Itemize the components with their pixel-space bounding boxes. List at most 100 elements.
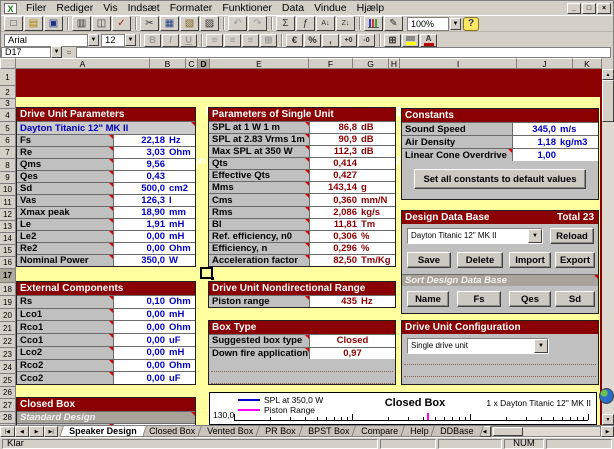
cell-value[interactable]: 0,00Ohm (113, 321, 195, 333)
copy-icon[interactable]: ▦ (160, 16, 179, 31)
menu-vis[interactable]: Vis (98, 2, 122, 15)
menu-data[interactable]: Data (277, 2, 309, 15)
cell-value[interactable]: 9,56 (113, 159, 195, 170)
row-header-12[interactable]: 12 (0, 209, 16, 221)
row-header-13[interactable]: 13 (0, 221, 16, 233)
previous-sheet-icon[interactable]: ◀ (15, 426, 30, 437)
decrease-decimal-icon[interactable]: -0 (358, 34, 375, 47)
next-sheet-icon[interactable]: ▶ (29, 426, 44, 437)
merge-center-icon[interactable]: ⊞ (260, 34, 277, 47)
currency-icon[interactable]: € (286, 34, 303, 47)
row-header-27[interactable]: 27 (0, 399, 16, 412)
cell-value[interactable]: 3,03Ohm (113, 147, 195, 158)
minimize-button[interactable]: _ (567, 3, 581, 14)
dropdown-arrow-icon[interactable]: ▼ (528, 229, 542, 243)
cell-value[interactable]: 500,0cm2 (113, 183, 195, 194)
column-header-C[interactable]: C (186, 58, 198, 69)
zoom-dropdown-arrow-icon[interactable]: ▼ (450, 18, 461, 30)
row-header-26[interactable]: 26 (0, 387, 16, 399)
row-header-23[interactable]: 23 (0, 348, 16, 361)
cell-value[interactable]: 0,00Ohm (113, 360, 195, 372)
fill-color-icon[interactable] (402, 34, 419, 47)
print-preview-icon[interactable]: ◫ (92, 16, 111, 31)
row-header-9[interactable]: 9 (0, 172, 16, 184)
row-header-18[interactable]: 18 (0, 283, 16, 296)
scroll-up-icon[interactable]: ▲ (602, 69, 614, 80)
column-header-J[interactable]: J (517, 58, 573, 69)
vertical-scrollbar[interactable]: ▲ ▼ (602, 69, 614, 425)
font-dropdown-arrow-icon[interactable]: ▼ (88, 34, 99, 46)
align-left-icon[interactable]: ≡ (206, 34, 223, 47)
cell-value[interactable]: 0,00Ohm (113, 243, 195, 254)
menu-rediger[interactable]: Rediger (51, 2, 98, 15)
selected-cell-d17[interactable] (200, 267, 213, 279)
format-painter-icon[interactable]: ▨ (200, 16, 219, 31)
row-header-11[interactable]: 11 (0, 196, 16, 209)
align-right-icon[interactable]: ≡ (242, 34, 259, 47)
tab-vented-box[interactable]: Vented Box (197, 426, 263, 437)
print-icon[interactable]: ▥ (72, 16, 91, 31)
row-header-8[interactable]: 8 (0, 159, 16, 172)
cell-value[interactable]: 1,18kg/m3 (512, 136, 598, 148)
export-button[interactable]: Export (555, 252, 595, 268)
zoom-level-select[interactable]: 100% (407, 17, 449, 31)
cell-value[interactable]: 2,086kg/s (309, 207, 395, 218)
cell-value[interactable]: 1,91mH (113, 219, 195, 230)
row-header-16[interactable]: 16 (0, 257, 16, 269)
delete-button[interactable]: Delete (457, 252, 503, 268)
column-header-I[interactable]: I (400, 58, 517, 69)
menu-formater[interactable]: Formater (165, 2, 218, 15)
redo-icon[interactable]: ↷ (248, 16, 267, 31)
cut-icon[interactable]: ✂ (140, 16, 159, 31)
column-header-A[interactable]: A (16, 58, 150, 69)
close-button[interactable]: × (597, 3, 611, 14)
row-header-21[interactable]: 21 (0, 322, 16, 335)
row-header-20[interactable]: 20 (0, 309, 16, 322)
menu-funktioner[interactable]: Funktioner (217, 2, 277, 15)
bold-icon[interactable]: B (144, 34, 161, 47)
column-header-B[interactable]: B (150, 58, 186, 69)
row-header-2[interactable]: 2 (0, 86, 16, 99)
horizontal-scroll-thumb[interactable] (493, 427, 523, 436)
drawing-icon[interactable]: ✎ (384, 16, 403, 31)
row-header-15[interactable]: 15 (0, 245, 16, 257)
row-header-25[interactable]: 25 (0, 374, 16, 387)
new-icon[interactable]: □ (4, 16, 23, 31)
column-header-D[interactable]: D (198, 58, 210, 69)
cell-value[interactable]: Closed (309, 335, 395, 347)
row-header-10[interactable]: 10 (0, 184, 16, 196)
cell-value[interactable]: 0,414 (309, 158, 395, 169)
row-header-1[interactable]: 1 (0, 69, 16, 86)
set-constants-default-button[interactable]: Set all constants to default values (414, 169, 586, 189)
percent-icon[interactable]: % (304, 34, 321, 47)
scroll-right-icon[interactable]: ▶ (601, 426, 614, 437)
cell-value[interactable]: 350,0W (113, 255, 195, 266)
cell-value[interactable]: 0,296% (309, 243, 395, 254)
tab-compare[interactable]: Compare (351, 426, 408, 437)
column-header-F[interactable]: F (309, 58, 353, 69)
row-header-17[interactable]: 17 (0, 269, 16, 283)
column-header-G[interactable]: G (353, 58, 389, 69)
dropdown-arrow-icon[interactable]: ▼ (534, 339, 548, 353)
cell-value[interactable]: 82,50Tm/Kg (309, 255, 395, 266)
increase-decimal-icon[interactable]: +0 (340, 34, 357, 47)
row-header-24[interactable]: 24 (0, 361, 16, 374)
cell-value[interactable]: 0,00mH (113, 347, 195, 359)
cell-value[interactable]: 143,14g (309, 182, 395, 193)
first-sheet-icon[interactable]: |◀ (0, 426, 15, 437)
cell-value[interactable]: 0,00mH (113, 231, 195, 242)
open-icon[interactable]: ▤ (24, 16, 43, 31)
italic-icon[interactable]: I (162, 34, 179, 47)
drive-configuration-dropdown[interactable]: Single drive unit ▼ (407, 338, 549, 354)
row-header-22[interactable]: 22 (0, 335, 16, 348)
globe-icon[interactable] (599, 388, 614, 404)
name-box[interactable]: D17 (1, 47, 51, 58)
row-header-6[interactable]: 6 (0, 135, 16, 147)
tab-speaker-design[interactable]: Speaker Design (60, 426, 147, 437)
paste-function-icon[interactable]: ƒ (296, 16, 315, 31)
sort-by-fs-button[interactable]: Fs (457, 291, 501, 307)
reload-button[interactable]: Reload (550, 228, 594, 244)
cell-value[interactable]: 345,0m/s (512, 123, 598, 135)
help-assistant-icon[interactable]: ? (463, 17, 479, 31)
cell-value[interactable]: 0,00mH (113, 309, 195, 321)
